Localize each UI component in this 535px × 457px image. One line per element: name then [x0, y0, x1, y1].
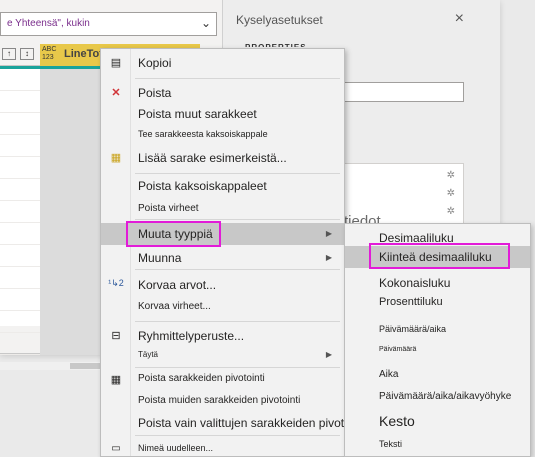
column-name: LineTot: [64, 48, 103, 60]
submenu-item-datetimezone[interactable]: Päivämäärä/aika/aikavyöhyke: [345, 391, 530, 405]
submenu-item-duration[interactable]: Kesto: [345, 413, 530, 431]
change-type-submenu: Desimaaliluku Kiinteä desimaaliluku Koko…: [344, 223, 531, 457]
menu-separator: [135, 219, 340, 220]
submenu-item-time[interactable]: Aika: [345, 369, 530, 383]
column-from-examples-icon: ▦: [110, 152, 122, 164]
gear-icon[interactable]: ✲: [447, 206, 455, 217]
menu-separator: [135, 269, 340, 270]
menu-item-remove-duplicates[interactable]: Poista kaksoiskappaleet: [101, 179, 344, 195]
formula-bar[interactable]: e Yhteensä", kukin ⌄: [0, 12, 217, 36]
replace-values-icon: ¹↳2: [108, 278, 124, 288]
menu-item-replace-values[interactable]: ¹↳2 Korvaa arvot...: [101, 278, 344, 294]
menu-separator: [135, 367, 340, 368]
menu-item-transform[interactable]: Muunna ▶: [101, 251, 344, 267]
menu-item-add-column-from-examples[interactable]: ▦ Lisää sarake esimerkeistä...: [101, 151, 344, 167]
filter-icon[interactable]: ↑: [2, 48, 16, 60]
chevron-right-icon: ▶: [325, 229, 332, 238]
copy-icon: ▤: [110, 57, 122, 69]
sort-icon[interactable]: ↕: [20, 48, 34, 60]
submenu-item-decimal[interactable]: Desimaaliluku: [345, 231, 530, 247]
menu-separator: [135, 78, 340, 79]
menu-item-duplicate-column[interactable]: Tee sarakkeesta kaksoiskappale: [101, 129, 344, 143]
submenu-item-whole-number[interactable]: Kokonaisluku: [345, 276, 530, 292]
delete-icon: ✕: [111, 87, 121, 99]
menu-item-group-by[interactable]: ⊟ Ryhmittelyperuste...: [101, 329, 344, 345]
menu-item-remove[interactable]: ✕ Poista: [101, 86, 344, 102]
query-name-input[interactable]: [343, 82, 464, 102]
context-menu: ▤ Kopioi ✕ Poista Poista muut sarakkeet …: [100, 48, 366, 457]
submenu-item-text[interactable]: Teksti: [345, 439, 530, 451]
close-icon[interactable]: ×: [455, 10, 464, 28]
gear-icon[interactable]: ✲: [447, 170, 455, 181]
properties-heading: PROPERTIES: [245, 43, 307, 47]
menu-item-remove-errors[interactable]: Poista virheet: [101, 203, 344, 217]
menu-item-change-type[interactable]: Muuta tyyppiä ▶: [101, 223, 344, 245]
unpivot-icon: ▦: [110, 374, 122, 386]
submenu-item-fixed-decimal[interactable]: Kiinteä desimaaliluku: [345, 246, 530, 268]
formula-text: e Yhteensä", kukin: [7, 18, 90, 29]
chevron-right-icon: ▶: [325, 253, 332, 262]
group-by-icon: ⊟: [111, 330, 121, 342]
menu-item-rename[interactable]: ▭ Nimeä uudelleen...: [101, 443, 344, 457]
chevron-down-icon[interactable]: ⌄: [201, 16, 211, 30]
submenu-item-date[interactable]: Päivämäärä: [345, 346, 530, 358]
column-icons: ↑ ↕: [0, 44, 40, 66]
chevron-right-icon: ▶: [325, 350, 332, 359]
menu-separator: [135, 321, 340, 322]
submenu-item-percentage[interactable]: Prosenttiluku: [345, 296, 530, 310]
menu-item-replace-errors[interactable]: Korvaa virheet...: [101, 301, 344, 315]
menu-item-unpivot-selected-columns[interactable]: Poista vain valittujen sarakkeiden pivot…: [101, 416, 366, 432]
menu-item-copy[interactable]: ▤ Kopioi: [101, 56, 344, 72]
menu-separator: [135, 173, 340, 174]
menu-item-remove-other-columns[interactable]: Poista muut sarakkeet: [101, 107, 344, 123]
menu-item-unpivot-other-columns[interactable]: Poista muiden sarakkeiden pivotointi: [101, 395, 344, 409]
column-type-icon[interactable]: ABC 123: [42, 46, 56, 62]
menu-item-fill[interactable]: Täytä ▶: [101, 350, 344, 364]
submenu-item-datetime[interactable]: Päivämäärä/aika: [345, 324, 530, 336]
pane-title: Kyselyasetukset: [236, 13, 323, 27]
rename-icon: ▭: [111, 443, 121, 454]
gear-icon[interactable]: ✲: [447, 188, 455, 199]
menu-separator: [135, 435, 340, 436]
menu-item-unpivot-columns[interactable]: ▦ Poista sarakkeiden pivotointi: [101, 373, 344, 387]
